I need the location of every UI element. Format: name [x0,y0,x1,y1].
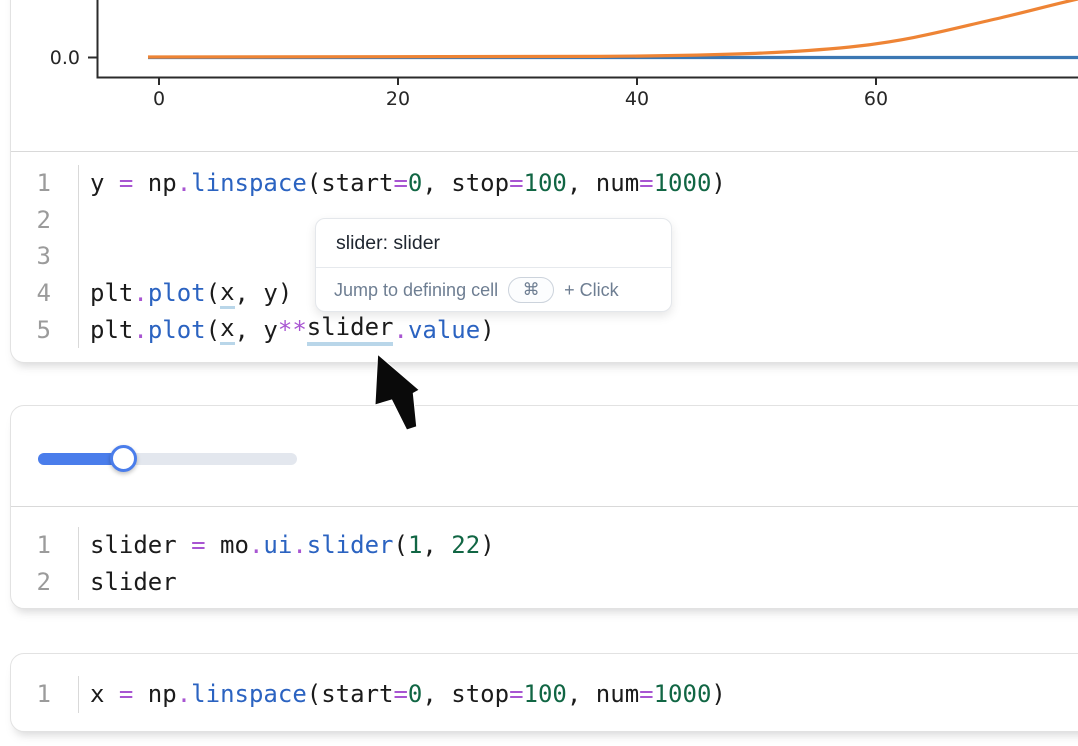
code-token: = [639,680,653,708]
code-token: ( [393,531,407,559]
code-line[interactable]: 1slider = mo.ui.slider(1, 22) [11,527,1078,564]
code-token: = [393,680,407,708]
code-token: 100 [524,169,567,197]
code-token: ** [278,316,307,344]
tooltip-shortcut-suffix: + Click [564,280,619,301]
line-number: 4 [11,279,78,307]
code-line[interactable]: 1x = np.linspace(start=0, stop=100, num=… [11,676,1078,713]
line-number: 1 [11,531,78,559]
code-text: y = np.linspace(start=0, stop=100, num=1… [78,165,1078,202]
variable-tooltip: slider: slider Jump to defining cell ⌘ +… [315,218,672,312]
command-key-icon: ⌘ [508,277,554,303]
code-token: plt [90,316,133,344]
code-line[interactable]: 2 slider [11,564,1078,601]
code-token: plt [90,279,133,307]
linked-identifier[interactable]: x [220,314,234,345]
code-token: plot [148,316,206,344]
code-token: 22 [451,531,480,559]
line-number: 1 [11,169,78,197]
code-text: slider [78,564,1078,601]
code-token: = [509,169,523,197]
code-token: , num [567,680,639,708]
code-text: x = np.linspace(start=0, stop=100, num=1… [78,676,1078,713]
code-token: , num [567,169,639,197]
line-number: 1 [11,680,78,708]
code-token: np [133,169,176,197]
code-token: . [249,531,263,559]
cell-output-slider [11,406,1078,507]
line-number: 2 [11,206,78,234]
code-line[interactable]: 1y = np.linspace(start=0, stop=100, num=… [11,165,1078,202]
code-token: slider [90,531,191,559]
code-token: = [509,680,523,708]
line-number: 3 [11,242,78,270]
code-token: ( [206,279,220,307]
linked-identifier[interactable]: x [220,278,234,309]
code-token: 1 [408,531,422,559]
code-token: = [191,531,205,559]
code-token: y [90,169,119,197]
code-editor[interactable]: 1x = np.linspace(start=0, stop=100, num=… [11,654,1078,713]
code-token: ) [711,680,725,708]
code-token: . [133,279,147,307]
notebook-cell-x: 1x = np.linspace(start=0, stop=100, num=… [10,653,1078,732]
code-token: , stop [422,680,509,708]
code-token: ) [480,531,494,559]
code-token: 1000 [654,680,712,708]
notebook-cell-slider: 1slider = mo.ui.slider(1, 22)2slider [10,405,1078,609]
code-token: , y [235,316,278,344]
code-token: . [133,316,147,344]
code-line[interactable]: 5plt.plot(x, y**slider.value) [11,311,1078,348]
code-token: mo [206,531,249,559]
slider-track[interactable] [38,453,297,465]
code-token: (start [307,680,394,708]
code-token: slider [307,531,394,559]
tooltip-title: slider: slider [316,219,671,268]
code-token: , y) [235,279,293,307]
line-number: 5 [11,316,78,344]
code-token: plot [148,279,206,307]
code-token: ( [206,316,220,344]
code-token: slider [90,568,177,596]
code-token: . [177,680,191,708]
code-token: . [177,169,191,197]
code-token: np [133,680,176,708]
code-token: linspace [191,169,307,197]
code-token: (start [307,169,394,197]
code-token: 100 [524,680,567,708]
code-token: = [119,169,133,197]
code-editor[interactable]: 1slider = mo.ui.slider(1, 22)2slider [11,507,1078,600]
code-token: = [119,680,133,708]
code-token: x [90,680,119,708]
slider-handle[interactable] [110,445,137,472]
code-token: 1000 [654,169,712,197]
code-token: . [292,531,306,559]
code-token: 0 [408,680,422,708]
code-token: . [393,316,407,344]
hovered-identifier[interactable]: slider [307,313,394,346]
code-token: 0 [408,169,422,197]
code-token: linspace [191,680,307,708]
code-token: , [422,531,451,559]
code-token: ) [480,316,494,344]
code-token: = [393,169,407,197]
code-text: plt.plot(x, y**slider.value) [78,311,1078,348]
code-text: slider = mo.ui.slider(1, 22) [78,527,1078,564]
code-token: value [408,316,480,344]
code-token: ) [711,169,725,197]
code-token: = [639,169,653,197]
code-token: , stop [422,169,509,197]
line-number: 2 [11,568,78,596]
cell-output-plot [11,0,1078,152]
tooltip-action-label: Jump to defining cell [334,280,498,301]
code-token: ui [263,531,292,559]
